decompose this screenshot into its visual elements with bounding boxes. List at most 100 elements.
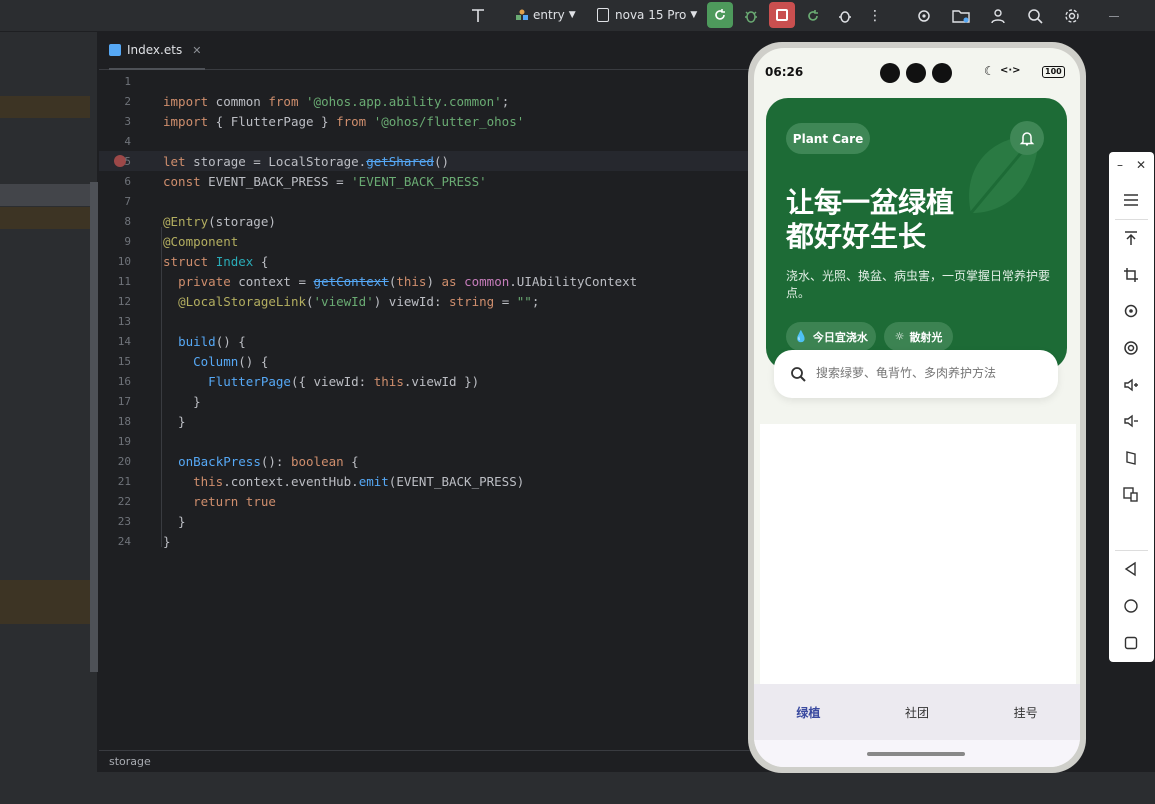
highlight-row xyxy=(0,580,90,624)
device-selector[interactable]: nova 15 Pro ▼ xyxy=(597,0,697,30)
line-number: 10 xyxy=(117,254,131,268)
fold-icon[interactable] xyxy=(1119,446,1143,470)
line-number: 18 xyxy=(117,414,131,428)
ide-bottom-bar xyxy=(0,772,1155,804)
code-line: 3 import { FlutterPage } from '@ohos/flut… xyxy=(99,111,759,131)
volume-down-icon[interactable] xyxy=(1119,409,1143,433)
code-line: 12 @LocalStorageLink('viewId') viewId: s… xyxy=(99,291,759,311)
minimize-button[interactable] xyxy=(1102,4,1126,28)
battery-level: 100 xyxy=(1045,67,1062,76)
highlight-row xyxy=(0,96,90,118)
bug-icon xyxy=(839,11,851,23)
nav-label: 绿植 xyxy=(796,705,821,720)
rerun-icon xyxy=(715,9,725,20)
light-chip-label: 散射光 xyxy=(909,330,943,344)
code-editor[interactable]: 1 2 import common from '@ohos.app.ability… xyxy=(99,71,759,750)
search-icon xyxy=(791,367,806,382)
close-icon[interactable]: ✕ xyxy=(1136,158,1146,172)
code-line: 10 struct Index { xyxy=(99,251,759,271)
home-indicator[interactable] xyxy=(867,752,965,756)
code-line: 7 xyxy=(99,191,759,211)
line-number: 4 xyxy=(124,134,131,148)
scrollbar[interactable] xyxy=(90,182,98,672)
close-icon[interactable]: ✕ xyxy=(192,44,201,57)
code-line: 24} xyxy=(99,531,759,551)
search-icon xyxy=(1028,9,1043,24)
code-line: 23 } xyxy=(99,511,759,531)
hero-subtitle: 浇水、光照、换盆、病虫害，一页掌握日常养护要点。 xyxy=(786,269,1051,300)
tab-index-ets[interactable]: Index.ets ✕ xyxy=(109,32,205,70)
line-number: 23 xyxy=(117,514,131,528)
code-line: 20 onBackPress(): boolean { xyxy=(99,451,759,471)
run-button[interactable] xyxy=(707,2,733,28)
stop-button[interactable] xyxy=(769,2,795,28)
light-chip[interactable]: ☼ 散射光 xyxy=(884,322,953,351)
debug-button[interactable] xyxy=(739,4,763,28)
notification-button[interactable] xyxy=(1010,121,1044,155)
code-line: 2 import common from '@ohos.app.ability.c… xyxy=(99,91,759,111)
multi-screen-icon[interactable] xyxy=(1119,482,1143,506)
attach-debugger-button[interactable] xyxy=(833,4,857,28)
hero-card: Plant Care 让每一盆绿植 都好好生长 浇水、光照、换盆、病虫害，一页掌… xyxy=(766,98,1067,370)
search-button[interactable] xyxy=(1023,4,1047,28)
water-drop-icon: 💧 xyxy=(794,330,808,343)
crop-icon[interactable] xyxy=(1119,263,1143,287)
tab-label: Index.ets xyxy=(127,43,183,57)
status-bar: 06:26 ☾ <·> 100 xyxy=(754,48,1080,86)
settings-button[interactable] xyxy=(1060,4,1084,28)
nav-item-registration[interactable]: 挂号 xyxy=(971,684,1080,740)
text-format-icon[interactable] xyxy=(466,4,490,28)
moon-icon: ☾ xyxy=(984,64,995,78)
rotate-icon[interactable] xyxy=(1119,299,1143,323)
nav-item-plants[interactable]: 绿植 xyxy=(754,684,863,740)
breadcrumb: storage xyxy=(99,750,759,772)
nav-label: 挂号 xyxy=(1013,705,1038,720)
battery-icon: 100 xyxy=(1042,66,1065,78)
module-selector[interactable]: entry ▼ xyxy=(515,0,576,30)
codelinter-button[interactable] xyxy=(912,4,936,28)
chevron-down-icon: ▼ xyxy=(690,10,698,20)
search-bar[interactable] xyxy=(774,350,1058,398)
nav-item-community[interactable]: 社团 xyxy=(863,684,972,740)
menu-icon[interactable] xyxy=(1119,188,1143,212)
emulator-toolbar: – ✕ xyxy=(1109,152,1154,662)
back-icon[interactable] xyxy=(1119,557,1143,581)
line-number: 2 xyxy=(124,94,131,108)
target-icon xyxy=(918,10,930,22)
device-icon xyxy=(597,8,609,22)
home-icon[interactable] xyxy=(1119,594,1143,618)
code-line: 11 private context = getContext(this) as… xyxy=(99,271,759,291)
file-icon xyxy=(109,44,121,56)
project-structure-button[interactable] xyxy=(949,4,973,28)
headline-line-2: 都好好生长 xyxy=(786,220,927,253)
account-button[interactable] xyxy=(986,4,1010,28)
minimize-icon[interactable]: – xyxy=(1117,158,1123,172)
search-input[interactable] xyxy=(816,362,1046,384)
line-number: 20 xyxy=(117,454,131,468)
volume-up-icon[interactable] xyxy=(1119,373,1143,397)
line-number: 15 xyxy=(117,354,131,368)
line-number: 17 xyxy=(117,394,131,408)
apply-changes-button[interactable] xyxy=(801,4,825,28)
highlight-row xyxy=(0,207,90,229)
line-number: 3 xyxy=(124,114,131,128)
badge-label: Plant Care xyxy=(792,131,864,146)
line-number: 16 xyxy=(117,374,131,388)
more-actions-button[interactable]: ⋮ xyxy=(863,4,887,28)
phone-screen[interactable]: 06:26 ☾ <·> 100 Plant Care 让每一盆绿植 都好好生长 … xyxy=(754,48,1080,767)
refresh-icon xyxy=(808,10,818,21)
code-line: 15 Column() { xyxy=(99,351,759,371)
line-number: 11 xyxy=(117,274,131,288)
bell-icon xyxy=(1019,132,1035,146)
line-number: 7 xyxy=(124,194,131,208)
gear-icon xyxy=(1065,9,1079,23)
sun-icon: ☼ xyxy=(894,330,905,343)
nav-label: 社团 xyxy=(905,705,930,720)
line-number: 24 xyxy=(117,534,131,548)
water-chip[interactable]: 💧 今日宜浇水 xyxy=(786,322,876,351)
screen-record-icon[interactable] xyxy=(1119,336,1143,360)
pin-top-icon[interactable] xyxy=(1119,226,1143,250)
recents-icon[interactable] xyxy=(1119,631,1143,655)
minimize-icon xyxy=(1109,15,1119,17)
line-number: 14 xyxy=(117,334,131,348)
